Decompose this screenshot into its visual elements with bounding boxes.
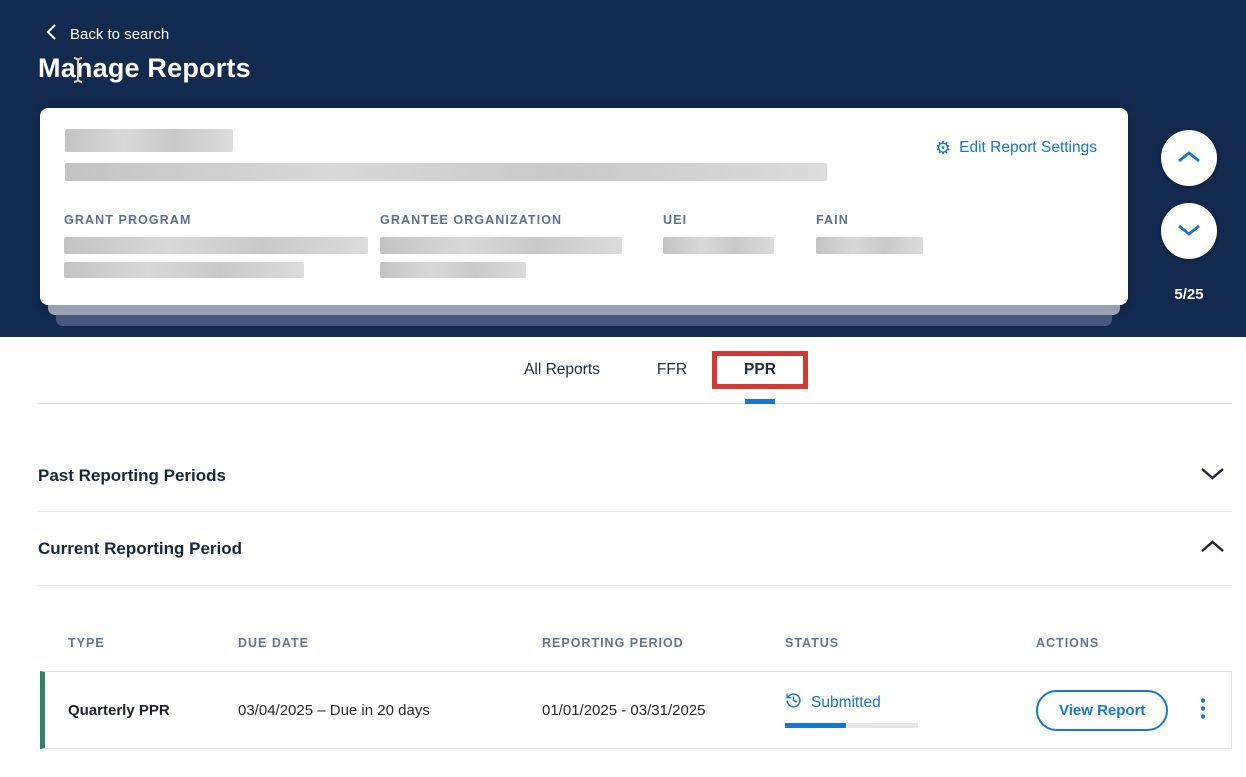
card-counter: 5/25	[1161, 286, 1217, 303]
column-due-date: DUE DATE	[238, 636, 542, 650]
chevron-left-icon	[46, 23, 57, 45]
back-button-label: Back to search	[70, 26, 169, 43]
field-uei: UEI	[663, 213, 774, 254]
gear-icon: ⚙	[935, 139, 951, 157]
field-grantee-organization: GRANTEE ORGANIZATION	[380, 213, 622, 278]
redacted-value	[816, 237, 923, 254]
chevron-down-icon[interactable]	[1199, 465, 1226, 486]
edit-report-settings-link[interactable]: ⚙ Edit Report Settings	[935, 139, 1097, 157]
chevron-up-icon[interactable]	[1199, 538, 1226, 559]
page-header: Back to search Manage Reports ⚙ Edit Rep…	[0, 0, 1246, 337]
view-report-button[interactable]: View Report	[1036, 690, 1168, 731]
section-past-reporting-periods[interactable]: Past Reporting Periods	[38, 404, 1232, 512]
field-fain-label: FAIN	[816, 213, 923, 227]
tab-ppr[interactable]: PPR	[744, 337, 776, 403]
redacted-value	[64, 237, 368, 254]
column-status: STATUS	[785, 636, 1036, 650]
back-button[interactable]: Back to search	[46, 23, 169, 45]
red-annotation-box: PPR	[712, 351, 808, 389]
table-row: Quarterly PPR 03/04/2025 – Due in 20 day…	[40, 671, 1232, 749]
redacted-grant-subtitle	[65, 163, 827, 181]
redacted-value	[380, 237, 622, 254]
field-grant-program-label: GRANT PROGRAM	[64, 213, 368, 227]
table-header-row: TYPE DUE DATE REPORTING PERIOD STATUS AC…	[38, 636, 1232, 650]
redacted-grant-title	[65, 129, 233, 152]
column-actions: ACTIONS	[1036, 636, 1232, 650]
edit-report-settings-label: Edit Report Settings	[959, 139, 1097, 157]
report-tabs: All Reports FFR PPR	[38, 337, 1232, 404]
previous-grant-button[interactable]	[1161, 130, 1217, 186]
column-type: TYPE	[68, 636, 238, 650]
cell-status: Submitted	[785, 692, 1036, 728]
text-cursor-icon	[71, 55, 85, 90]
tab-ppr-label: PPR	[744, 361, 776, 378]
section-current-reporting-period[interactable]: Current Reporting Period	[38, 512, 1232, 586]
status-progress-fill	[785, 723, 846, 728]
card-stack-edge-2	[56, 315, 1112, 326]
page-title: Manage Reports	[38, 53, 251, 84]
kebab-menu-button[interactable]	[1194, 693, 1212, 728]
cell-reporting-period: 01/01/2025 - 03/31/2025	[542, 702, 785, 719]
section-current-title: Current Reporting Period	[38, 539, 242, 559]
field-fain: FAIN	[816, 213, 923, 254]
section-past-title: Past Reporting Periods	[38, 466, 226, 486]
tab-ffr[interactable]: FFR	[657, 337, 687, 403]
field-grant-program: GRANT PROGRAM	[64, 213, 368, 278]
cell-actions: View Report	[1036, 690, 1232, 731]
next-grant-button[interactable]	[1161, 203, 1217, 259]
tab-all-reports[interactable]: All Reports	[524, 337, 600, 403]
redacted-value	[380, 262, 526, 278]
history-icon	[785, 692, 802, 714]
tab-ffr-label: FFR	[657, 361, 687, 379]
chevron-down-icon	[1176, 223, 1202, 240]
field-uei-label: UEI	[663, 213, 774, 227]
column-reporting-period: REPORTING PERIOD	[542, 636, 785, 650]
field-grantee-organization-label: GRANTEE ORGANIZATION	[380, 213, 622, 227]
main-content: All Reports FFR PPR Past Reporting Perio…	[0, 337, 1246, 749]
kebab-icon	[1200, 709, 1206, 724]
grant-summary-card: ⚙ Edit Report Settings GRANT PROGRAM GRA…	[40, 108, 1128, 305]
status-badge: Submitted	[811, 694, 881, 712]
redacted-value	[64, 262, 304, 278]
cell-due-date: 03/04/2025 – Due in 20 days	[238, 702, 542, 719]
card-stack-edge-1	[48, 305, 1120, 315]
redacted-value	[663, 237, 774, 254]
cell-type: Quarterly PPR	[68, 702, 238, 719]
status-progress-track	[785, 723, 918, 728]
chevron-up-icon	[1176, 150, 1202, 167]
tab-all-reports-label: All Reports	[524, 361, 600, 379]
